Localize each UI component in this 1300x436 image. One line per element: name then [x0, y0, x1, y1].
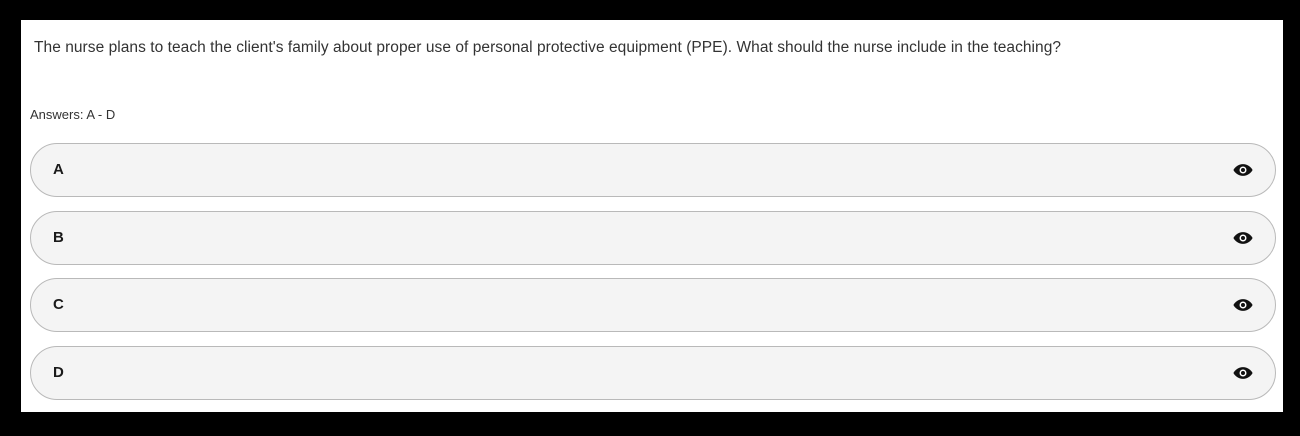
option-letter: C	[53, 296, 64, 313]
option-c[interactable]: C	[30, 278, 1276, 332]
option-a[interactable]: A	[30, 143, 1276, 197]
answers-label: Answers: A - D	[30, 107, 116, 122]
question-panel: The nurse plans to teach the client's fa…	[21, 20, 1283, 412]
option-letter: B	[53, 229, 64, 246]
option-letter: D	[53, 364, 64, 381]
option-letter: A	[53, 161, 64, 178]
eye-icon[interactable]	[1233, 297, 1253, 313]
eye-icon[interactable]	[1233, 365, 1253, 381]
option-d[interactable]: D	[30, 346, 1276, 400]
eye-icon[interactable]	[1233, 162, 1253, 178]
option-b[interactable]: B	[30, 211, 1276, 265]
question-text: The nurse plans to teach the client's fa…	[34, 39, 1062, 56]
eye-icon[interactable]	[1233, 230, 1253, 246]
